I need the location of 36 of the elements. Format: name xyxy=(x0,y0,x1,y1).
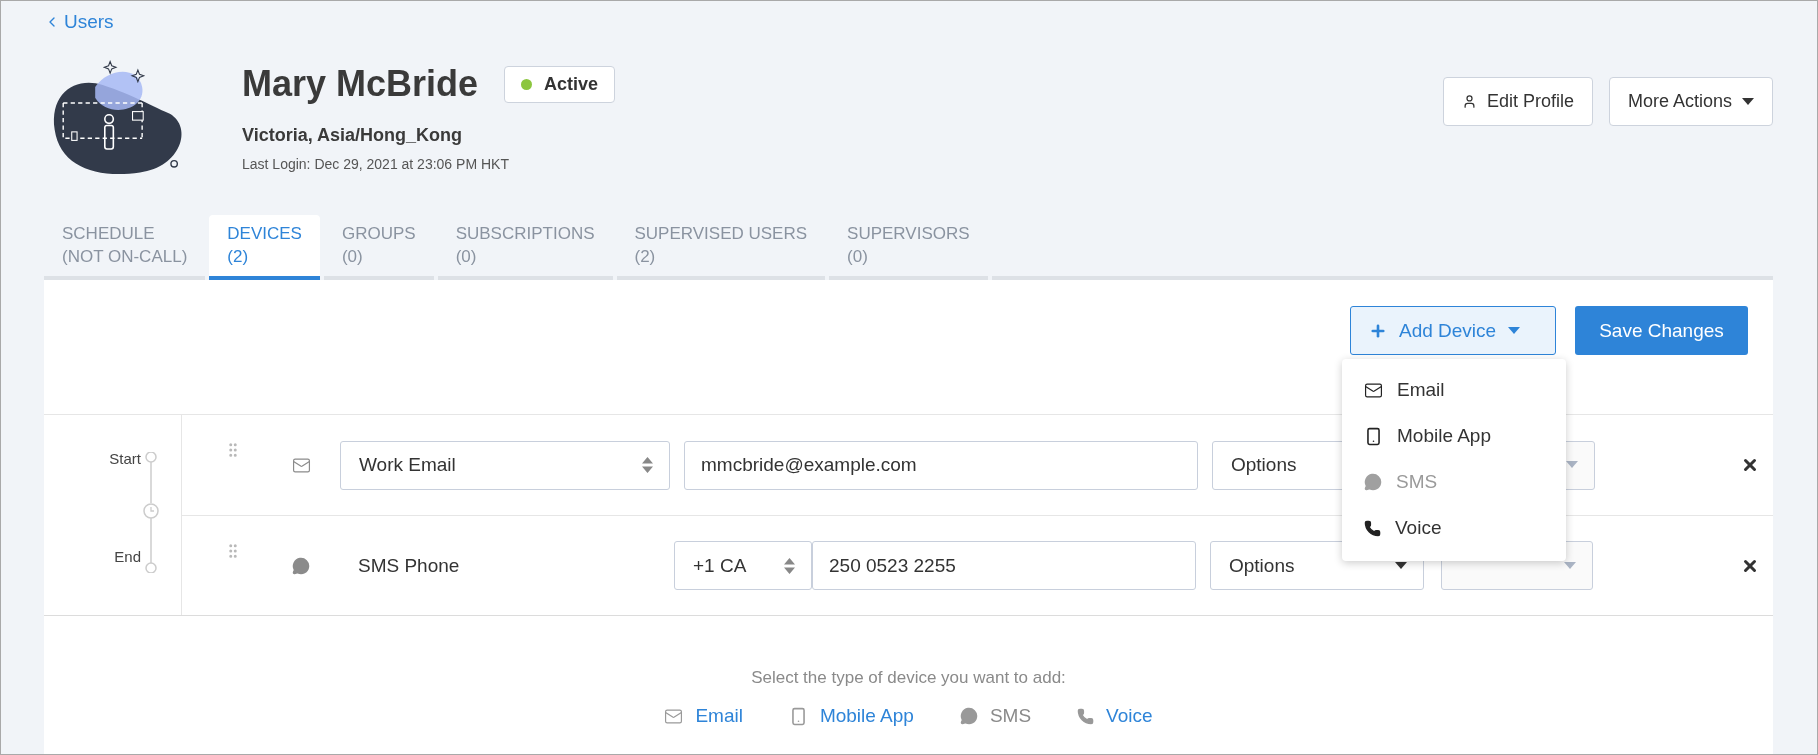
up-down-icon xyxy=(642,457,653,473)
chat-bubble-icon xyxy=(959,707,978,725)
caret-icon xyxy=(1508,326,1521,335)
device-type-link[interactable]: Voice xyxy=(1077,705,1153,727)
phone-icon xyxy=(1364,519,1381,537)
chat-bubble-icon xyxy=(1364,473,1382,491)
smartphone-icon xyxy=(1364,426,1383,446)
last-login: Last Login: Dec 29, 2021 at 23:06 PM HKT xyxy=(242,156,510,172)
caret-icon xyxy=(1566,461,1578,469)
menu-item[interactable]: Email xyxy=(1342,367,1566,413)
phone-field[interactable]: 250 0523 2255 xyxy=(812,541,1196,590)
add-device-prompt: Select the type of device you want to add: xyxy=(750,668,1067,688)
save-changes-button[interactable]: Save Changes xyxy=(1575,306,1748,355)
end-label: End xyxy=(114,548,141,565)
tab[interactable]: DEVICES (2) xyxy=(209,215,320,280)
device-type-link[interactable]: Mobile App xyxy=(788,705,914,727)
up-down-icon xyxy=(784,557,795,574)
chat-bubble-icon xyxy=(292,556,310,575)
user-location: Victoria, Asia/Hong_Kong xyxy=(242,125,464,146)
edit-profile-button[interactable]: Edit Profile xyxy=(1442,77,1593,126)
phone-icon xyxy=(1077,707,1095,725)
device-label-select[interactable]: Work Email xyxy=(340,440,670,490)
user-name: Mary McBride xyxy=(242,63,479,105)
more-actions-button[interactable]: More Actions xyxy=(1608,77,1773,126)
status-badge: Active xyxy=(504,65,616,103)
caret-icon xyxy=(1742,97,1754,106)
start-label: Start xyxy=(109,450,141,467)
device-name: SMS Phone xyxy=(357,554,461,577)
add-device-button[interactable]: Add Device xyxy=(1350,306,1556,355)
back-link[interactable]: Users xyxy=(44,11,114,33)
user-icon xyxy=(1461,94,1477,109)
caret-icon xyxy=(1564,561,1576,570)
address-field[interactable]: mmcbride@example.com xyxy=(684,440,1198,490)
remove-icon[interactable] xyxy=(1741,456,1759,474)
device-type-link[interactable]: Email xyxy=(664,705,743,727)
country-code-select[interactable]: +1 CA xyxy=(674,541,812,590)
